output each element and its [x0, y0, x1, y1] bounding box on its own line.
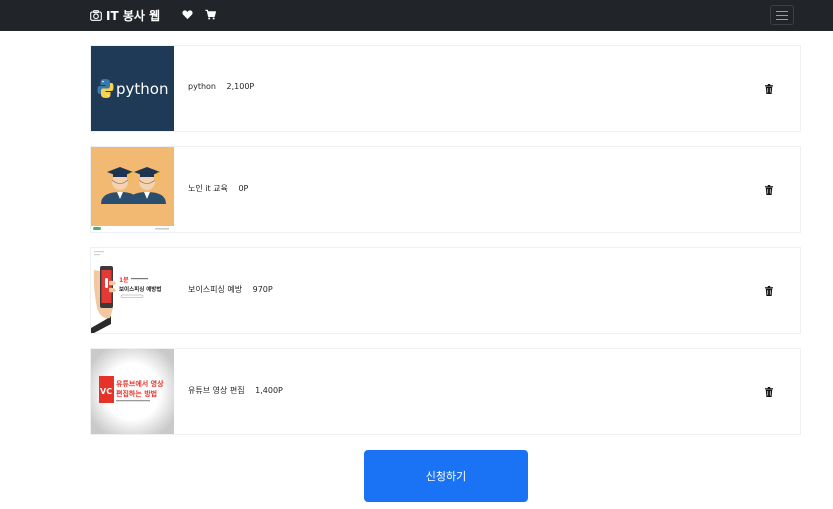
item-name: 보이스피싱 예방 [188, 285, 243, 294]
python-logo-icon: python [91, 46, 174, 131]
item-thumbnail: python [91, 46, 174, 131]
cart-item: VC 유튜브에서 영상 편집하는 방법 유튜브 영상 편집 1,400P [90, 348, 801, 435]
menu-toggle-button[interactable] [770, 5, 794, 25]
item-name: 유튜브 영상 편집 [188, 386, 245, 395]
brand-label: IT 봉사 웹 [106, 9, 161, 23]
thumbnail-text: 보이스피싱 예방법 [119, 285, 161, 293]
phishing-warning-illustration: 1분 보이스피싱 예방법 [91, 248, 174, 333]
item-price: 0P [238, 184, 249, 193]
apply-button[interactable]: 신청하기 [364, 450, 528, 502]
brand-link[interactable]: IT 봉사 웹 [90, 7, 160, 24]
item-info: python 2,100P [188, 82, 254, 91]
svg-text:1분: 1분 [119, 276, 129, 284]
video-editing-thumbnail: VC 유튜브에서 영상 편집하는 방법 [91, 349, 174, 434]
item-name: python [188, 82, 216, 91]
graduates-illustration [91, 147, 174, 232]
cart-item: 노인 it 교육 0P [90, 146, 801, 233]
item-thumbnail: VC 유튜브에서 영상 편집하는 방법 [91, 349, 174, 434]
item-name: 노인 it 교육 [188, 184, 228, 193]
trash-icon[interactable] [765, 387, 773, 397]
heart-icon[interactable] [182, 9, 193, 20]
thumbnail-text: 유튜브에서 영상 [116, 379, 164, 388]
cart-item: python python 2,100P [90, 45, 801, 132]
camera-icon [90, 10, 102, 21]
menu-icon-bar [776, 14, 788, 16]
thumbnail-text: python [116, 80, 168, 98]
item-thumbnail [91, 147, 174, 232]
menu-icon-bar [776, 18, 788, 20]
trash-icon[interactable] [765, 84, 773, 94]
top-navbar: IT 봉사 웹 [0, 0, 833, 31]
thumbnail-text: 편집하는 방법 [116, 389, 157, 398]
svg-text:VC: VC [100, 387, 112, 396]
item-info: 보이스피싱 예방 970P [188, 284, 273, 295]
item-thumbnail: 1분 보이스피싱 예방법 [91, 248, 174, 333]
menu-icon-bar [776, 10, 788, 12]
item-price: 970P [252, 285, 273, 294]
item-info: 노인 it 교육 0P [188, 183, 248, 194]
item-price: 1,400P [255, 386, 283, 395]
item-price: 2,100P [226, 82, 255, 91]
cart-item: 1분 보이스피싱 예방법 보이스피싱 예방 970P [90, 247, 801, 334]
trash-icon[interactable] [765, 185, 773, 195]
trash-icon[interactable] [765, 286, 773, 296]
item-info: 유튜브 영상 편집 1,400P [188, 385, 283, 396]
cart-icon[interactable] [205, 9, 216, 20]
